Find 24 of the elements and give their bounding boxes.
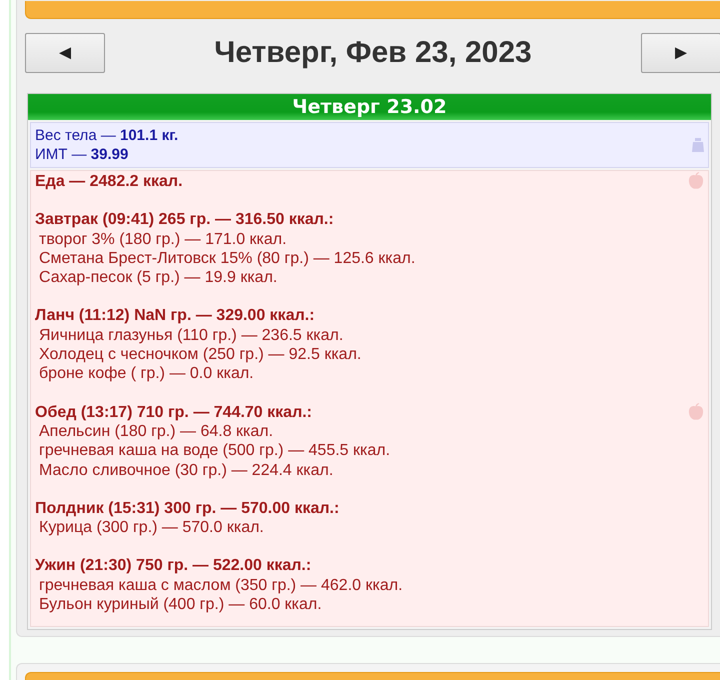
day-header: Четверг 23.02 bbox=[28, 94, 711, 120]
food-total: Еда — 2482.2 ккал. bbox=[35, 172, 183, 192]
food-item: Масло сливочное (30 гр.) — 224.4 ккал. bbox=[38, 460, 334, 480]
food-item: Апельсин (180 гр.) — 64.8 ккал. bbox=[38, 422, 274, 442]
food-item: Курица (300 гр.) — 570.0 ккал. bbox=[38, 518, 265, 538]
meal-title: Ланч (11:12) NaN гр. — 329.00 ккал.: bbox=[35, 306, 315, 326]
weight-line: ИМТ — 39.99 bbox=[35, 145, 130, 164]
weight-line: Вес тела — 101.1 кг. bbox=[35, 126, 178, 145]
food-item: Холодец с чесночком (250 гр.) — 92.5 ккал. bbox=[38, 345, 362, 364]
meal-title: Обед (13:17) 710 гр. — 744.70 ккал.: bbox=[35, 402, 312, 422]
meal-title: Завтрак (09:41) 265 гр. — 316.50 ккал.: bbox=[35, 210, 334, 230]
next-day-button[interactable]: ► bbox=[641, 33, 720, 73]
previous-day-button[interactable]: ◄ bbox=[25, 33, 105, 73]
food-item: творог 3% (180 гр.) — 171.0 ккал. bbox=[38, 230, 288, 249]
food-item: Сахар-песок (5 гр.) — 19.9 ккал. bbox=[38, 268, 278, 288]
meal-title: Ужин (21:30) 750 гр. — 522.00 ккал.: bbox=[35, 556, 312, 576]
food-item: Яичница глазунья (110 гр.) — 236.5 ккал. bbox=[38, 326, 344, 346]
food-item: Бульон куриный (400 гр.) — 60.0 ккал. bbox=[38, 595, 323, 614]
food-item: гречневая каша с маслом (350 гр.) — 462.0 ккал. bbox=[38, 576, 404, 596]
meal-title: Полдник (15:31) 300 гр. — 570.00 ккал.: bbox=[35, 498, 340, 518]
food-item: броне кофе ( гр.) — 0.0 ккал. bbox=[38, 364, 255, 384]
date-title: Четверг, Фев 23, 2023 bbox=[214, 36, 532, 70]
food-item: Сметана Брест-Литовск 15% (80 гр.) — 125.6 ккал. bbox=[38, 248, 416, 268]
food-item: гречневая каша на воде (500 гр.) — 455.5 ккал. bbox=[38, 441, 392, 461]
